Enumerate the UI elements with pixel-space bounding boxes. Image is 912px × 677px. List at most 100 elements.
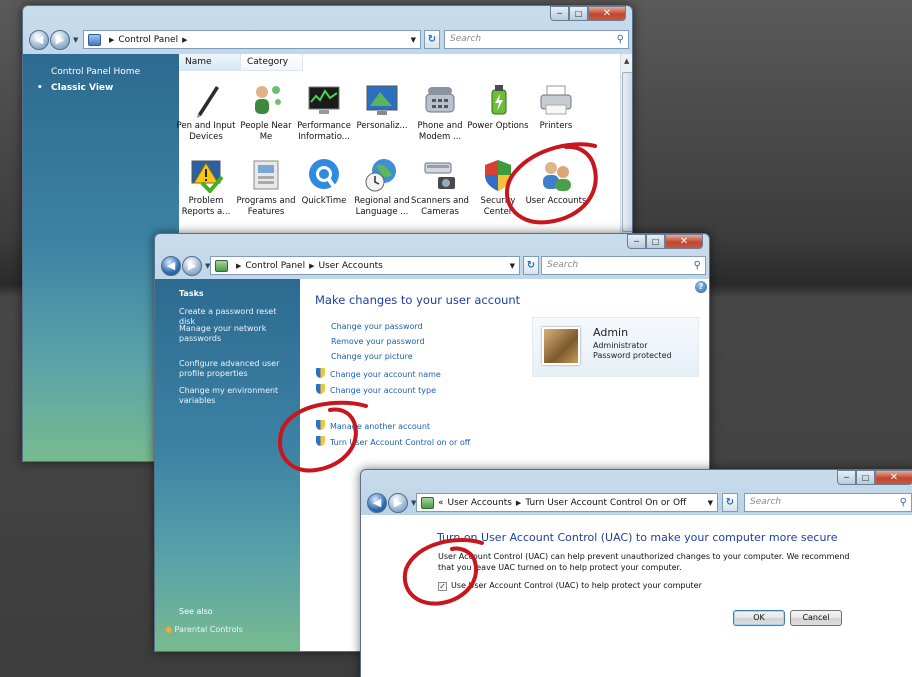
item-personalization[interactable]: Personaliz...: [350, 82, 414, 132]
item-user-accounts[interactable]: User Accounts: [524, 157, 588, 207]
minimize-button[interactable]: ─: [837, 470, 856, 485]
item-people-near-me[interactable]: People Near Me: [234, 82, 298, 143]
item-programs-features[interactable]: Programs and Features: [234, 157, 298, 218]
scroll-up-icon[interactable]: ▲: [624, 57, 629, 65]
cancel-button[interactable]: Cancel: [790, 610, 842, 626]
security-shield-icon: [480, 157, 516, 193]
minimize-button[interactable]: ─: [627, 234, 646, 249]
address-bar[interactable]: « User Accounts ▶ Turn User Account Cont…: [416, 493, 718, 512]
item-label: Printers: [539, 121, 573, 131]
item-label: Personaliz...: [356, 121, 408, 131]
control-panel-home-link[interactable]: Control Panel Home: [51, 67, 140, 77]
link-change-account-type[interactable]: Change your account type: [316, 384, 436, 395]
task-configure-profile[interactable]: Configure advanced user profile properti…: [179, 359, 294, 379]
item-power-options[interactable]: Power Options: [466, 82, 530, 132]
maximize-button[interactable]: □: [646, 234, 665, 249]
item-phone-modem[interactable]: Phone and Modem ...: [408, 82, 472, 143]
item-quicktime[interactable]: QuickTime: [292, 157, 356, 207]
breadcrumb-turn-uac[interactable]: Turn User Account Control On or Off: [525, 498, 686, 508]
search-input[interactable]: Search ⚲: [541, 256, 706, 275]
search-input[interactable]: Search ⚲: [444, 30, 629, 49]
item-scanners-cameras[interactable]: Scanners and Cameras: [408, 157, 472, 218]
item-regional-language[interactable]: Regional and Language ...: [350, 157, 414, 218]
programs-icon: [248, 157, 284, 193]
parental-controls-link[interactable]: ● Parental Controls: [165, 625, 280, 635]
column-header-name[interactable]: Name: [179, 54, 241, 71]
forward-button[interactable]: ▶: [388, 493, 408, 513]
see-also-heading: See also: [179, 607, 213, 616]
uac-settings-window: ─ □ ✕ ◀ ▶ ▼ « User Accounts ▶ Turn User …: [360, 469, 912, 677]
uac-shield-icon: [316, 436, 325, 446]
maximize-button[interactable]: □: [856, 470, 875, 485]
close-button[interactable]: ✕: [665, 234, 703, 249]
item-security-center[interactable]: Security Center: [466, 157, 530, 218]
nav-buttons: ◀ ▶ ▼: [29, 30, 80, 50]
tasks-pane: Tasks Create a password reset disk Manag…: [155, 279, 300, 651]
minimize-button[interactable]: ─: [550, 6, 569, 21]
recent-pages-dropdown-icon[interactable]: ▼: [73, 36, 78, 44]
column-header-category[interactable]: Category: [241, 54, 303, 71]
item-problem-reports[interactable]: Problem Reports a...: [174, 157, 238, 218]
search-icon[interactable]: ⚲: [617, 31, 624, 48]
classic-view-link[interactable]: Classic View: [51, 83, 113, 93]
uac-checkbox-row[interactable]: ✓ Use User Account Control (UAC) to help …: [438, 581, 702, 591]
breadcrumb-overflow[interactable]: «: [438, 498, 444, 508]
back-button[interactable]: ◀: [367, 493, 387, 513]
forward-button[interactable]: ▶: [182, 256, 202, 276]
link-turn-uac-on-off[interactable]: Turn User Account Control on or off: [316, 436, 470, 447]
phone-icon: [422, 82, 458, 118]
link-change-password[interactable]: Change your password: [331, 322, 423, 331]
refresh-button[interactable]: ↻: [424, 30, 440, 49]
breadcrumb-separator-icon: ▶: [109, 35, 115, 44]
task-manage-network-passwords[interactable]: Manage your network passwords: [179, 324, 294, 344]
forward-button[interactable]: ▶: [50, 30, 70, 50]
address-bar[interactable]: ▶ Control Panel ▶ User Accounts ▼: [210, 256, 520, 275]
link-remove-password[interactable]: Remove your password: [331, 337, 425, 346]
account-name: Admin: [593, 326, 629, 339]
link-label: Change your account type: [330, 386, 436, 395]
item-performance[interactable]: Performance Informatio...: [292, 82, 356, 143]
uac-checkbox[interactable]: ✓: [438, 582, 447, 591]
item-label: Performance Informatio...: [297, 121, 351, 142]
account-card: Admin Administrator Password protected: [532, 317, 699, 377]
link-change-picture[interactable]: Change your picture: [331, 352, 413, 361]
address-dropdown-icon[interactable]: ▼: [708, 499, 713, 507]
nav-buttons: ◀ ▶ ▼: [161, 256, 212, 276]
breadcrumb-control-panel[interactable]: Control Panel: [118, 35, 178, 45]
maximize-button[interactable]: □: [569, 6, 588, 21]
back-button[interactable]: ◀: [29, 30, 49, 50]
ok-button[interactable]: OK: [733, 610, 785, 626]
address-bar[interactable]: ▶ Control Panel ▶ ▼: [83, 30, 421, 49]
breadcrumb-user-accounts[interactable]: User Accounts: [448, 498, 512, 508]
user-accounts-icon: [538, 157, 574, 193]
item-printers[interactable]: Printers: [524, 82, 588, 132]
uac-shield-icon: [316, 368, 325, 378]
address-dropdown-icon[interactable]: ▼: [510, 262, 515, 270]
refresh-button[interactable]: ↻: [722, 493, 738, 512]
uac-description: User Account Control (UAC) can help prev…: [438, 552, 850, 572]
link-change-account-name[interactable]: Change your account name: [316, 368, 441, 379]
item-label: Problem Reports a...: [181, 196, 231, 217]
item-label: Regional and Language ...: [354, 196, 410, 217]
caption-buttons: ─ □ ✕: [837, 470, 912, 485]
uac-shield-icon: [316, 384, 325, 394]
search-icon[interactable]: ⚲: [694, 257, 701, 274]
close-button[interactable]: ✕: [588, 6, 626, 21]
breadcrumb-user-accounts[interactable]: User Accounts: [318, 261, 382, 271]
search-placeholder: Search: [547, 260, 579, 270]
search-input[interactable]: Search ⚲: [744, 493, 912, 512]
breadcrumb-control-panel[interactable]: Control Panel: [245, 261, 305, 271]
link-manage-another-account[interactable]: Manage another account: [316, 420, 430, 431]
search-icon[interactable]: ⚲: [900, 494, 907, 511]
item-label: Power Options: [467, 121, 529, 131]
back-button[interactable]: ◀: [161, 256, 181, 276]
address-dropdown-icon[interactable]: ▼: [411, 36, 416, 44]
parental-controls-label: Parental Controls: [174, 625, 243, 634]
refresh-button[interactable]: ↻: [523, 256, 539, 275]
scroll-thumb[interactable]: [622, 72, 632, 232]
help-icon[interactable]: ?: [695, 281, 707, 293]
uac-shield-icon: [316, 420, 325, 430]
item-pen-input[interactable]: Pen and Input Devices: [174, 82, 238, 143]
close-button[interactable]: ✕: [875, 470, 912, 485]
task-environment-variables[interactable]: Change my environment variables: [179, 386, 294, 406]
